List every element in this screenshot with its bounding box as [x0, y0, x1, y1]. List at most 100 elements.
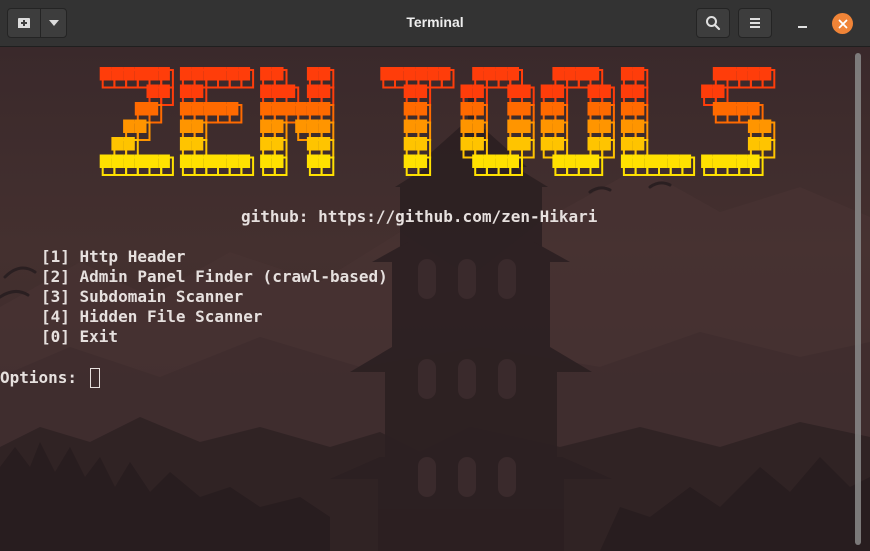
banner-block-cell	[392, 67, 404, 81]
main-menu-button[interactable]	[738, 8, 772, 38]
menu-option-exit: [0] Exit	[41, 327, 119, 346]
banner-block-cell	[215, 102, 227, 116]
header-bar: Terminal	[0, 0, 870, 47]
banner-block-cell	[620, 137, 633, 151]
minimize-button[interactable]	[788, 8, 818, 38]
banner-block-cell	[552, 102, 565, 116]
banner-block-cell	[519, 102, 531, 116]
banner-block-cell	[507, 119, 519, 133]
banner-block-cell	[146, 154, 159, 168]
banner-block-cell	[519, 137, 531, 151]
menu-option-hidden-file-scanner: [4] Hidden File Scanner	[41, 307, 263, 326]
banner-block-cell	[575, 67, 588, 81]
banner-block-cell	[759, 67, 772, 81]
banner-block-cell	[111, 154, 124, 168]
banner-block-cell	[203, 67, 215, 81]
banner-block-cell	[111, 137, 124, 151]
banner-block-cell	[472, 154, 484, 168]
banner-block-cell	[318, 84, 331, 98]
banner-block-cell	[238, 154, 251, 168]
banner-block-cell	[507, 84, 519, 98]
banner-block-cell	[427, 67, 439, 81]
terminal-view[interactable]: github: https://github.com/zen-Hikari [1…	[0, 47, 870, 551]
banner-block-cell	[667, 154, 680, 168]
banner-block-cell	[134, 119, 147, 133]
banner-block-cell	[599, 137, 611, 151]
banner-block-cell	[460, 84, 473, 98]
banner-block-cell	[712, 102, 725, 116]
banner-block-cell	[507, 102, 519, 116]
banner-block-cell	[271, 137, 284, 151]
banner-block-cell	[306, 67, 319, 81]
banner-block-cell	[599, 119, 611, 133]
banner-block-cell	[632, 119, 645, 133]
banner-block-cell	[306, 119, 319, 133]
banner-block-cell	[215, 154, 227, 168]
banner-block-cell	[306, 84, 319, 98]
banner-block-cell	[271, 102, 284, 116]
banner-block-cell	[507, 154, 519, 168]
banner-block-cell	[380, 67, 392, 81]
banner-block-cell	[620, 102, 633, 116]
banner-block-cell	[260, 119, 272, 133]
banner-block-cell	[701, 84, 713, 98]
banner-block-cell	[460, 119, 473, 133]
banner-block-cell	[191, 84, 204, 98]
banner-block-cell	[587, 119, 600, 133]
banner-block-cell	[519, 119, 531, 133]
banner-block-cell	[438, 67, 451, 81]
banner-block-cell	[587, 67, 600, 81]
banner-block-cell	[724, 67, 737, 81]
banner-block-cell	[736, 67, 748, 81]
banner-block-cell	[146, 102, 159, 116]
banner-block-cell	[552, 84, 565, 98]
banner-block-cell	[599, 84, 611, 98]
banner-block-cell	[656, 154, 668, 168]
banner-block-cell	[415, 67, 428, 81]
banner-block-cell	[260, 84, 272, 98]
banner-block-cell	[123, 67, 135, 81]
banner-block-cell	[540, 102, 553, 116]
vertical-scrollbar[interactable]	[855, 53, 861, 545]
banner-block-cell	[283, 84, 296, 98]
banner-block-cell	[540, 84, 553, 98]
banner-block-cell	[644, 154, 656, 168]
hamburger-icon	[750, 18, 760, 28]
banner-block-cell	[747, 67, 760, 81]
banner-block-cell	[271, 119, 284, 133]
banner-block-cell	[260, 137, 272, 151]
banner-block-cell	[123, 119, 135, 133]
banner-block-cell	[759, 137, 772, 151]
banner-block-cell	[179, 119, 192, 133]
banner-block-cell	[552, 67, 565, 81]
banner-block-cell	[747, 137, 760, 151]
banner-block-cell	[158, 154, 170, 168]
banner-block-cell	[179, 154, 192, 168]
close-button[interactable]	[832, 13, 853, 34]
banner-block-cell	[747, 119, 760, 133]
banner-block-cell	[271, 84, 284, 98]
banner-block-cell	[295, 119, 307, 133]
banner-block-cell	[472, 137, 484, 151]
menu-option-subdomain-scanner: [3] Subdomain Scanner	[41, 287, 244, 306]
banner-block-cell	[271, 67, 284, 81]
search-button[interactable]	[696, 8, 730, 38]
banner-block-cell	[724, 102, 737, 116]
banner-block-cell	[134, 154, 147, 168]
banner-block-cell	[519, 84, 531, 98]
github-link-text: github: https://github.com/zen-Hikari	[241, 207, 598, 226]
banner-block-cell	[415, 102, 428, 116]
banner-block-cell	[736, 154, 748, 168]
banner-block-cell	[712, 154, 725, 168]
banner-block-cell	[415, 137, 428, 151]
banner-block-cell	[271, 154, 284, 168]
banner-block-cell	[403, 84, 416, 98]
banner-block-cell	[99, 154, 112, 168]
banner-block-cell	[701, 154, 713, 168]
search-icon	[706, 16, 721, 31]
banner-block-cell	[552, 154, 565, 168]
banner-block-cell	[318, 102, 331, 116]
menu-option-admin-panel-finder: [2] Admin Panel Finder (crawl-based)	[41, 267, 388, 286]
banner-block-cell	[575, 154, 588, 168]
banner-block-cell	[403, 154, 416, 168]
